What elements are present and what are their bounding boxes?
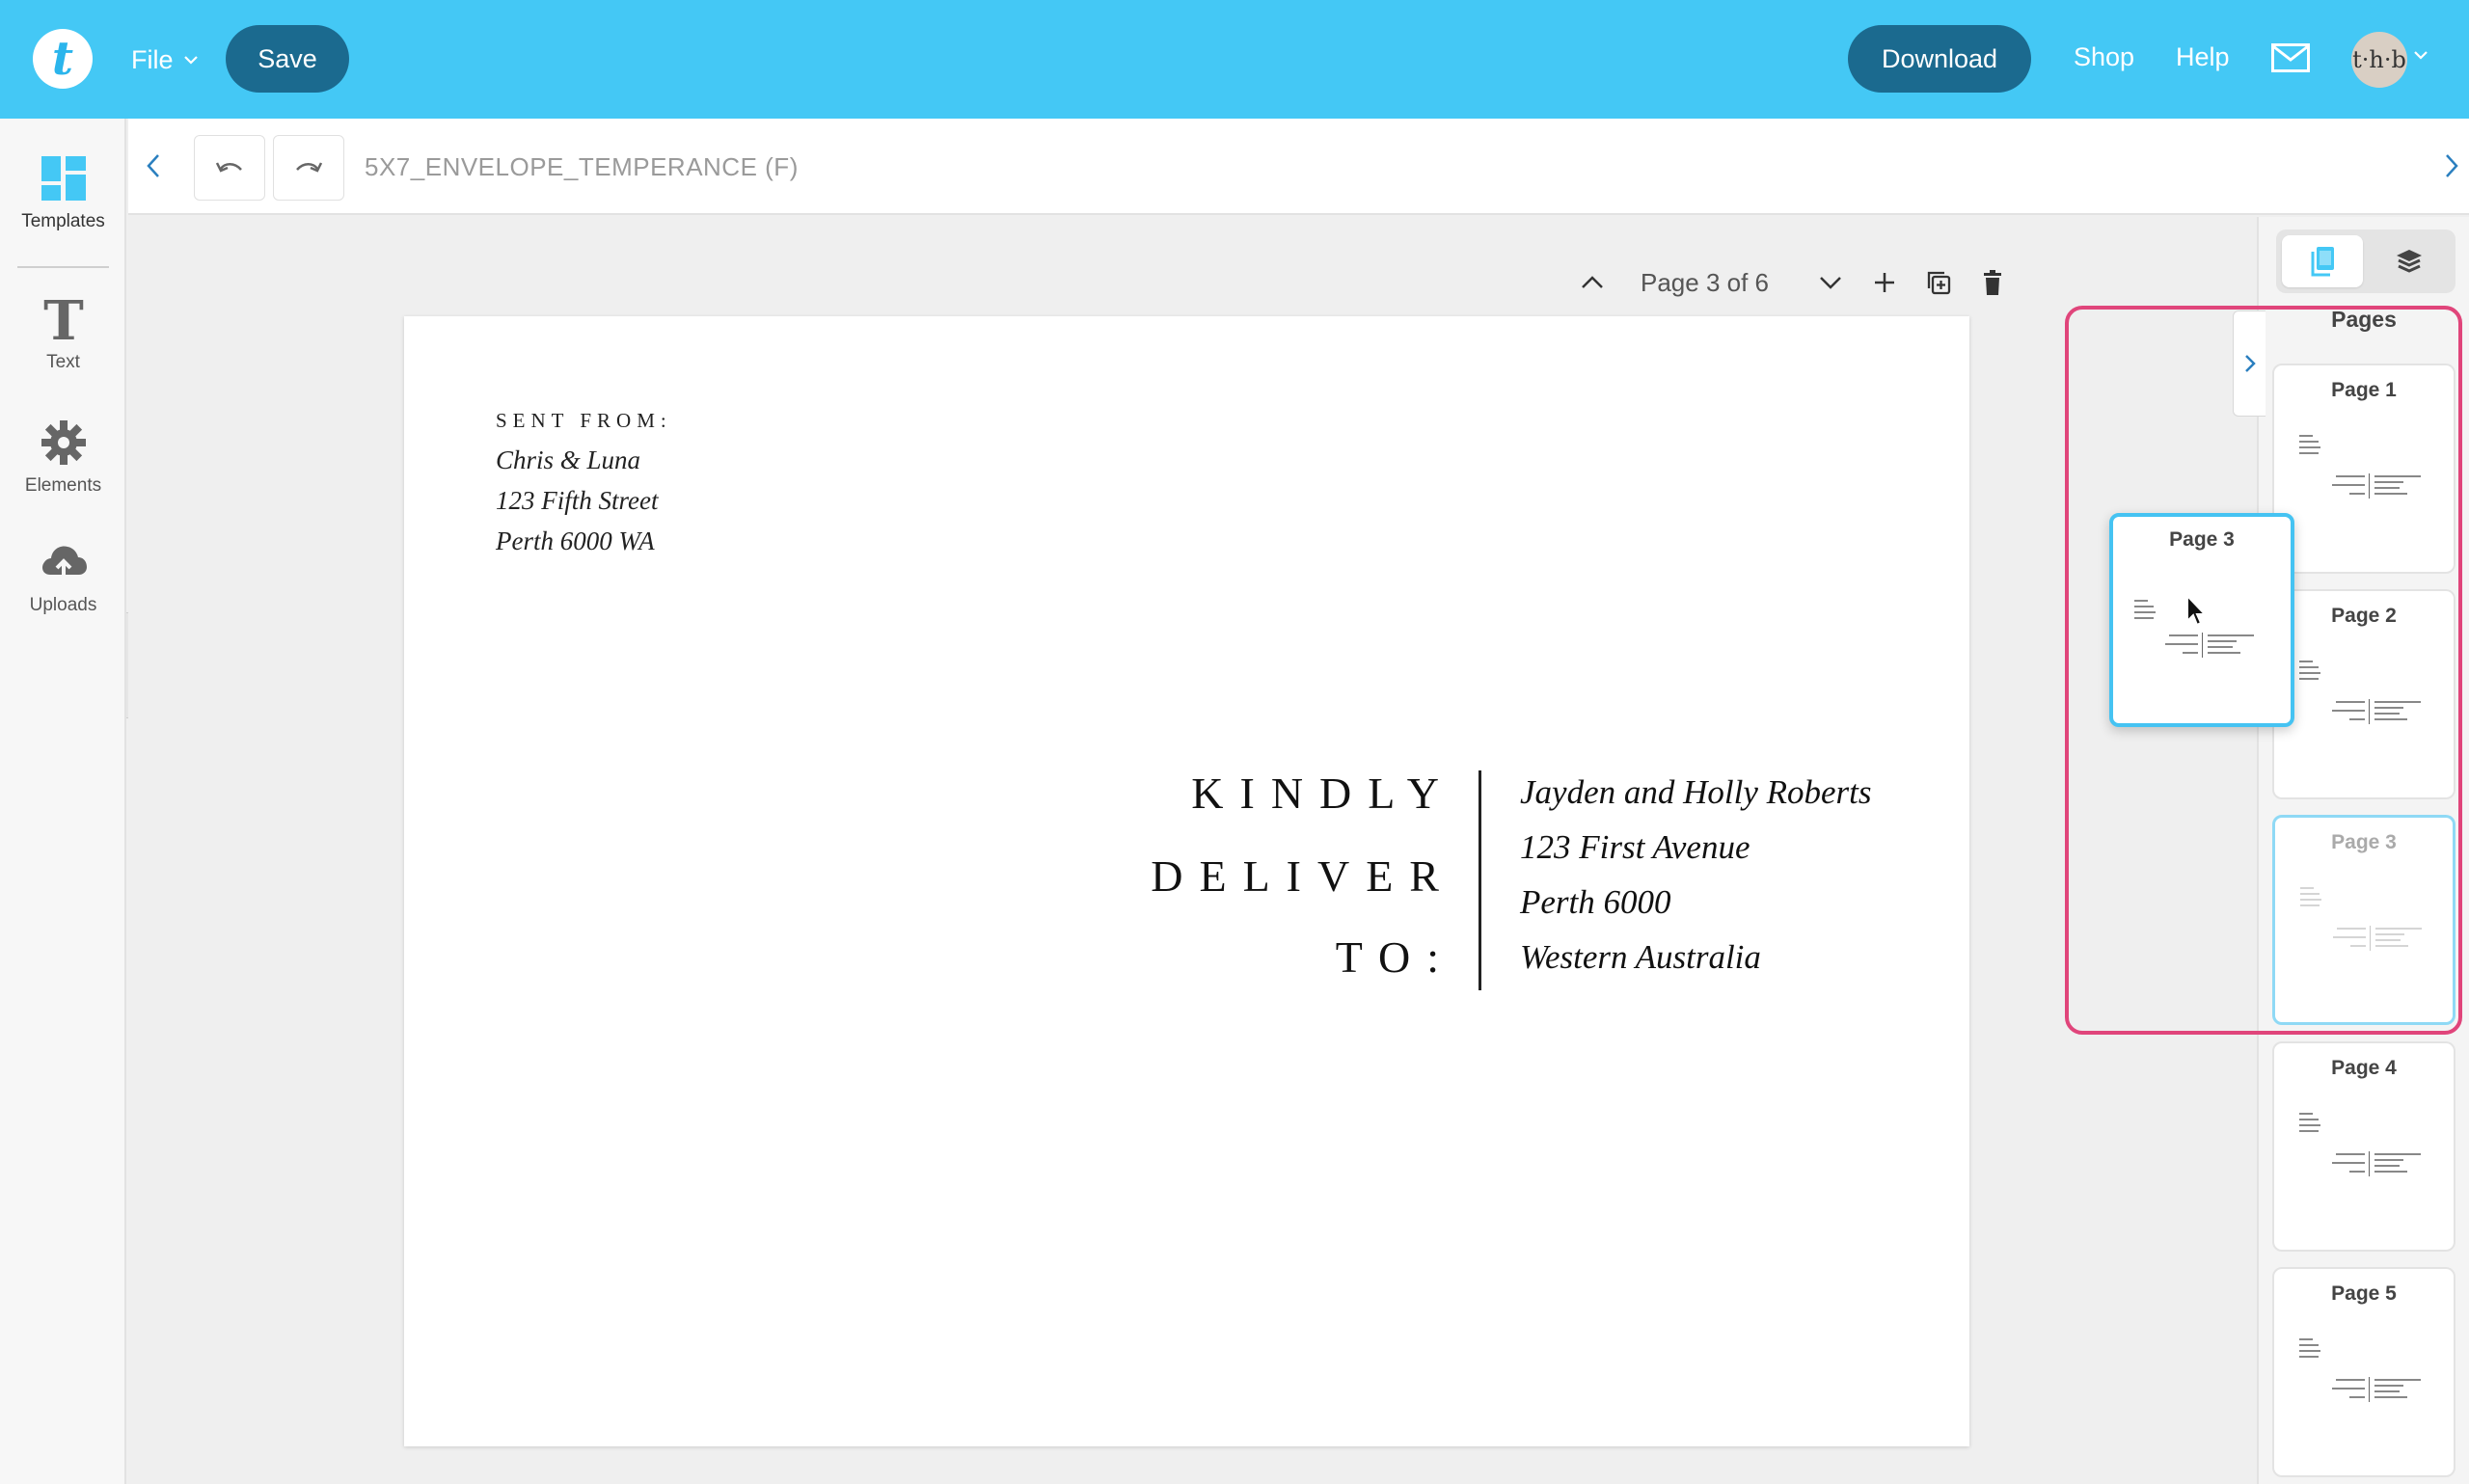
templates-icon (39, 153, 89, 203)
duplicate-icon (1927, 271, 1951, 295)
editor-toolbar: 5X7_ENVELOPE_TEMPERANCE (F) (128, 119, 2469, 215)
add-page-button[interactable] (1863, 262, 1906, 303)
chevron-up-icon (1582, 276, 1603, 288)
sidebar-item-uploads[interactable]: Uploads (0, 537, 126, 616)
help-link[interactable]: Help (2176, 42, 2230, 72)
chevron-right-icon[interactable] (2444, 153, 2459, 178)
sender-line[interactable]: Perth 6000 WA (496, 526, 655, 556)
pages-panel-collapse[interactable] (2233, 310, 2266, 417)
page-controls: Page 3 of 6 (1560, 262, 2014, 303)
file-menu-label: File (131, 44, 174, 74)
plus-icon (1875, 273, 1894, 292)
sent-from-label[interactable]: SENT FROM: (496, 409, 672, 433)
page-thumbnail-placeholder[interactable]: Page 3 (2272, 815, 2455, 1025)
page-thumbnail[interactable]: Page 2 (2272, 589, 2455, 799)
page-thumbnail-label: Page 5 (2331, 1282, 2397, 1305)
sender-line[interactable]: 123 Fifth Street (496, 486, 658, 516)
save-button[interactable]: Save (226, 25, 349, 93)
text-icon: T (39, 293, 89, 345)
avatar[interactable]: t·h·b (2351, 32, 2407, 88)
panel-tabs (2276, 229, 2455, 293)
svg-text:T: T (43, 293, 84, 345)
undo-button[interactable] (194, 135, 265, 201)
uploads-icon (39, 537, 89, 587)
trash-icon (1984, 270, 2001, 295)
pages-icon (2311, 247, 2334, 277)
page-thumbnail-label: Page 4 (2331, 1057, 2397, 1079)
page-thumbnail[interactable]: Page 4 (2272, 1041, 2455, 1252)
chevron-down-icon[interactable] (2413, 50, 2428, 60)
recipient-line[interactable]: Perth 6000 (1520, 883, 1671, 922)
page-preview (2290, 1325, 2444, 1441)
file-menu[interactable]: File (131, 40, 199, 79)
sidebar-item-templates[interactable]: Templates (0, 153, 126, 232)
sender-line[interactable]: Chris & Luna (496, 445, 640, 475)
chevron-down-icon (1820, 277, 1841, 289)
chevron-down-icon (183, 56, 198, 65)
sidebar-item-text[interactable]: T Text (0, 293, 126, 373)
deliver-line: KINDLY (1191, 769, 1455, 818)
divider-line[interactable] (1479, 770, 1481, 990)
page-preview (2290, 1099, 2444, 1215)
page-thumbnail[interactable]: Page 5 (2272, 1267, 2455, 1477)
page-thumbnail-label: Page 1 (2331, 379, 2397, 401)
app-logo[interactable]: t (33, 29, 93, 89)
redo-button[interactable] (273, 135, 344, 201)
sidebar-item-label: Templates (21, 211, 105, 231)
pages-panel-title: Pages (2331, 307, 2397, 332)
sidebar-item-label: Text (46, 352, 80, 372)
download-button[interactable]: Download (1848, 25, 2031, 93)
page-preview (2291, 874, 2445, 989)
page-indicator: Page 3 of 6 (1641, 267, 1769, 297)
mail-icon[interactable] (2271, 43, 2310, 72)
next-page-button[interactable] (1809, 262, 1852, 303)
envelope-page[interactable]: SENT FROM: Chris & Luna 123 Fifth Street… (404, 316, 1969, 1446)
chevron-right-icon (2244, 355, 2256, 372)
undo-icon (215, 162, 242, 173)
tab-layers[interactable] (2369, 235, 2450, 287)
elements-icon (39, 418, 89, 468)
duplicate-page-button[interactable] (1917, 262, 1960, 303)
sidebar-item-elements[interactable]: Elements (0, 418, 126, 497)
document-title: 5X7_ENVELOPE_TEMPERANCE (F) (365, 152, 799, 181)
deliver-line: TO: (1335, 932, 1455, 982)
recipient-line[interactable]: 123 First Avenue (1520, 828, 1750, 867)
tab-pages[interactable] (2282, 235, 2363, 287)
page-thumbnail-label: Page 2 (2331, 605, 2397, 627)
delete-page-button[interactable] (1971, 262, 2014, 303)
redo-icon (296, 162, 323, 173)
page-preview (2290, 647, 2444, 763)
top-bar: t File Save Download Shop Help t·h·b (0, 0, 2469, 119)
shop-link[interactable]: Shop (2074, 42, 2134, 72)
layers-icon (2397, 250, 2422, 273)
page-thumbnail-label: Page 3 (2331, 831, 2397, 853)
recipient-line[interactable]: Western Australia (1520, 938, 1761, 977)
page-thumbnail[interactable]: Page 1 (2272, 364, 2455, 574)
left-sidebar: Templates T Text Elements Uploads (0, 119, 126, 1484)
deliver-heading[interactable]: KINDLY DELIVER TO: (693, 769, 1455, 1011)
page-preview (2290, 421, 2444, 537)
chevron-left-icon[interactable] (146, 153, 161, 178)
recipient-line[interactable]: Jayden and Holly Roberts (1520, 773, 1872, 812)
mouse-cursor-icon (2186, 594, 2208, 627)
page-thumbnail-label: Page 3 (2169, 528, 2235, 551)
sidebar-divider (17, 266, 109, 268)
deliver-line: DELIVER (1151, 851, 1455, 901)
sidebar-item-label: Uploads (29, 595, 97, 615)
previous-page-button[interactable] (1571, 262, 1614, 303)
sidebar-item-label: Elements (24, 475, 102, 496)
